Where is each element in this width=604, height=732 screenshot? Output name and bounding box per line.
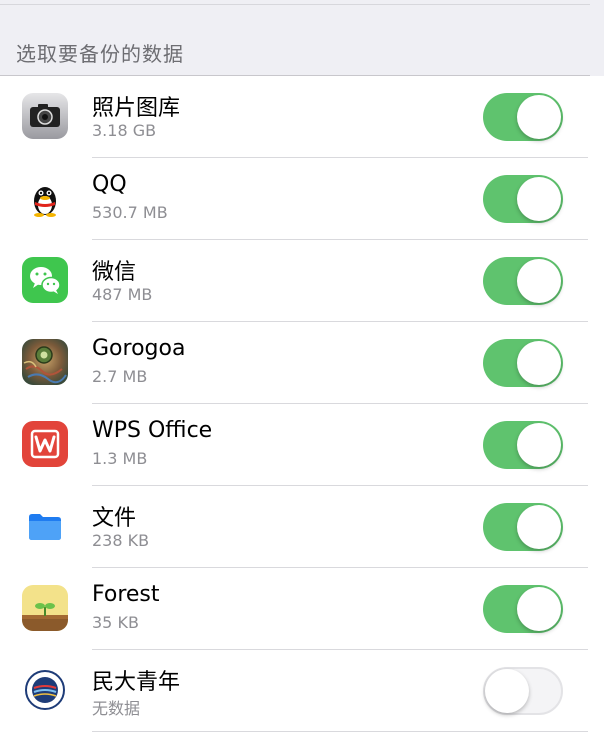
toggle-knob [517, 177, 561, 221]
app-name: 民大青年 [92, 670, 181, 695]
camera-icon [22, 93, 68, 139]
list-item: WPS Office 1.3 MB [0, 404, 604, 486]
section-title: 选取要备份的数据 [16, 42, 184, 66]
forest-sprout-icon [22, 585, 68, 631]
app-size: 1.3 MB [92, 449, 148, 468]
app-name: 照片图库 [92, 96, 181, 121]
backup-toggle[interactable] [483, 257, 563, 305]
app-size: 487 MB [92, 285, 153, 304]
app-size: 530.7 MB [92, 203, 168, 222]
list-item: 文件 238 KB [0, 486, 604, 568]
backup-toggle[interactable] [483, 503, 563, 551]
backup-app-list: 照片图库 3.18 GB QQ 530.7 MB 微信 487 MB Gorog… [0, 76, 604, 732]
app-name: WPS Office [92, 418, 213, 443]
divider [0, 4, 590, 5]
toggle-knob [485, 669, 529, 713]
files-folder-icon [22, 503, 68, 549]
app-size: 35 KB [92, 613, 139, 632]
list-item: 照片图库 3.18 GB [0, 76, 604, 158]
toggle-knob [517, 423, 561, 467]
backup-toggle[interactable] [483, 667, 563, 715]
app-name: 微信 [92, 260, 137, 285]
list-item: Gorogoa 2.7 MB [0, 322, 604, 404]
list-item: 民大青年 无数据 [0, 650, 604, 732]
app-name: Forest [92, 582, 160, 607]
backup-toggle[interactable] [483, 93, 563, 141]
toggle-knob [517, 505, 561, 549]
mindaqingnian-emblem-icon [22, 667, 68, 713]
list-item: 微信 487 MB [0, 240, 604, 322]
app-name: Gorogoa [92, 336, 186, 361]
qq-penguin-icon [22, 175, 68, 221]
app-size: 238 KB [92, 531, 150, 550]
toggle-knob [517, 95, 561, 139]
gorogoa-icon [22, 339, 68, 385]
backup-toggle[interactable] [483, 175, 563, 223]
toggle-knob [517, 587, 561, 631]
toggle-knob [517, 259, 561, 303]
app-name: 文件 [92, 506, 137, 531]
list-item: Forest 35 KB [0, 568, 604, 650]
app-size: 2.7 MB [92, 367, 148, 386]
list-item: QQ 530.7 MB [0, 158, 604, 240]
app-size: 无数据 [92, 699, 141, 718]
wps-office-icon [22, 421, 68, 467]
backup-toggle[interactable] [483, 421, 563, 469]
backup-toggle[interactable] [483, 585, 563, 633]
app-name: QQ [92, 172, 127, 197]
toggle-knob [517, 341, 561, 385]
backup-toggle[interactable] [483, 339, 563, 387]
app-size: 3.18 GB [92, 121, 157, 140]
wechat-icon [22, 257, 68, 303]
